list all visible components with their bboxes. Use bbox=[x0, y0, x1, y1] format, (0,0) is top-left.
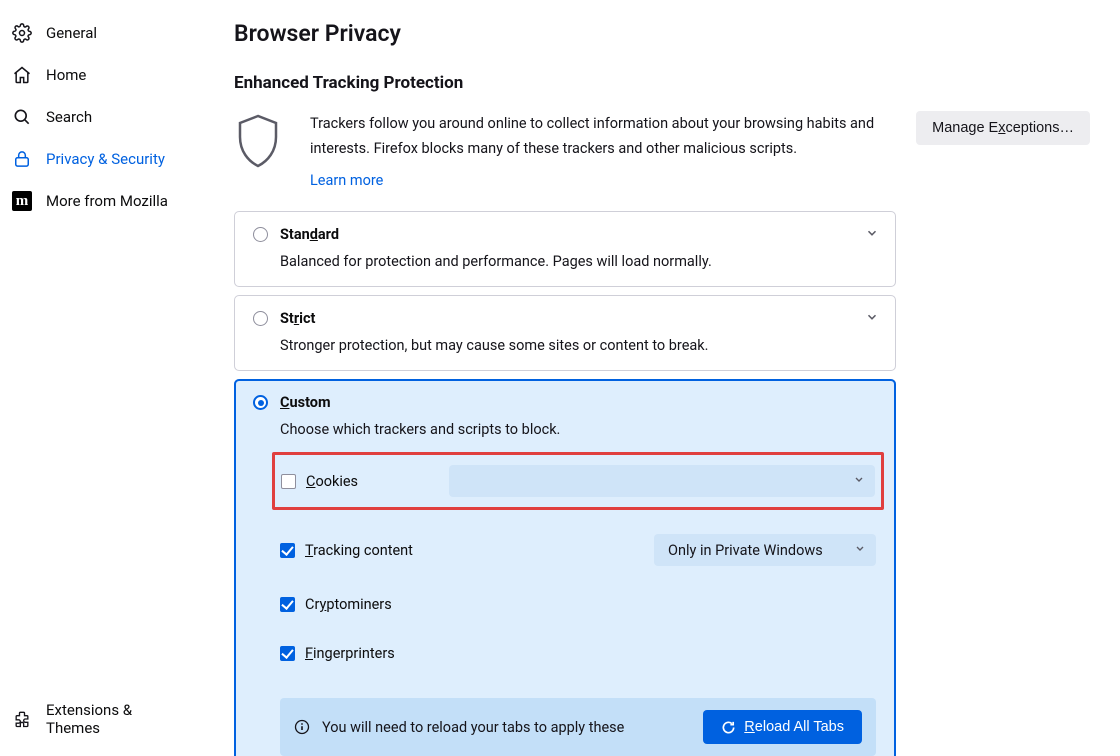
radio-strict[interactable] bbox=[253, 311, 268, 326]
checkbox-cryptominers[interactable] bbox=[280, 597, 295, 612]
home-icon bbox=[12, 65, 32, 85]
checkbox-tracking[interactable] bbox=[280, 543, 295, 558]
sidebar-item-label: Extensions & Themes bbox=[46, 701, 188, 737]
option-custom[interactable]: Custom Choose which trackers and scripts… bbox=[234, 379, 896, 756]
option-title: Standard bbox=[280, 226, 339, 243]
sidebar-item-more[interactable]: m More from Mozilla bbox=[0, 180, 200, 222]
puzzle-icon bbox=[12, 709, 32, 729]
sidebar-item-label: Search bbox=[46, 108, 92, 126]
etp-description: Trackers follow you around online to col… bbox=[310, 115, 874, 157]
radio-standard[interactable] bbox=[253, 227, 268, 242]
chevron-down-icon bbox=[865, 226, 879, 244]
checkbox-label: Tracking content bbox=[305, 542, 413, 559]
option-title: Custom bbox=[280, 394, 331, 411]
gear-icon bbox=[12, 23, 32, 43]
main-content: Browser Privacy Enhanced Tracking Protec… bbox=[200, 0, 1120, 756]
checkbox-label: Cookies bbox=[306, 473, 358, 490]
chevron-down-icon bbox=[854, 542, 866, 559]
sidebar-item-label: Home bbox=[46, 66, 86, 84]
sidebar-item-label: More from Mozilla bbox=[46, 192, 168, 210]
learn-more-link[interactable]: Learn more bbox=[310, 168, 383, 193]
page-title: Browser Privacy bbox=[234, 20, 1090, 47]
manage-exceptions-button[interactable]: Manage Exceptions… bbox=[916, 111, 1090, 145]
sidebar-item-general[interactable]: General bbox=[0, 12, 200, 54]
sidebar-item-home[interactable]: Home bbox=[0, 54, 200, 96]
radio-custom[interactable] bbox=[253, 395, 268, 410]
tracking-row: Tracking content Only in Private Windows bbox=[280, 520, 876, 580]
shield-icon bbox=[234, 111, 310, 169]
etp-header: Trackers follow you around online to col… bbox=[234, 111, 1090, 193]
sidebar-item-search[interactable]: Search bbox=[0, 96, 200, 138]
reload-notice: You will need to reload your tabs to app… bbox=[280, 698, 876, 756]
sidebar: General Home Search Privacy & Security bbox=[0, 0, 200, 756]
option-desc: Stronger protection, but may cause some … bbox=[280, 337, 877, 354]
option-strict[interactable]: Strict Stronger protection, but may caus… bbox=[234, 295, 896, 371]
reload-icon bbox=[721, 720, 736, 735]
cryptominers-row: Cryptominers bbox=[280, 580, 877, 629]
search-icon bbox=[12, 107, 32, 127]
cookies-dropdown[interactable] bbox=[449, 465, 875, 497]
tracking-dropdown[interactable]: Only in Private Windows bbox=[654, 534, 876, 566]
fingerprinters-row: Fingerprinters bbox=[280, 629, 877, 678]
cookies-row-highlight: Cookies bbox=[272, 452, 884, 510]
checkbox-fingerprinters[interactable] bbox=[280, 646, 295, 661]
reload-all-tabs-button[interactable]: Reload All Tabs bbox=[703, 710, 862, 744]
section-title: Enhanced Tracking Protection bbox=[234, 73, 1090, 93]
checkbox-label: Fingerprinters bbox=[305, 645, 395, 662]
checkbox-label: Cryptominers bbox=[305, 596, 392, 613]
sidebar-item-label: General bbox=[46, 24, 97, 42]
checkbox-cookies[interactable] bbox=[281, 474, 296, 489]
info-icon bbox=[294, 719, 310, 735]
reload-text: You will need to reload your tabs to app… bbox=[322, 719, 691, 736]
lock-icon bbox=[12, 149, 32, 169]
chevron-down-icon bbox=[865, 310, 879, 328]
option-title: Strict bbox=[280, 310, 315, 327]
chevron-down-icon bbox=[853, 473, 865, 490]
sidebar-item-privacy[interactable]: Privacy & Security bbox=[0, 138, 200, 180]
option-desc: Balanced for protection and performance.… bbox=[280, 253, 877, 270]
mozilla-icon: m bbox=[12, 191, 32, 211]
sidebar-item-label: Privacy & Security bbox=[46, 150, 165, 168]
sidebar-item-extensions[interactable]: Extensions & Themes bbox=[0, 690, 200, 748]
option-desc: Choose which trackers and scripts to blo… bbox=[280, 421, 877, 438]
option-standard[interactable]: Standard Balanced for protection and per… bbox=[234, 211, 896, 287]
